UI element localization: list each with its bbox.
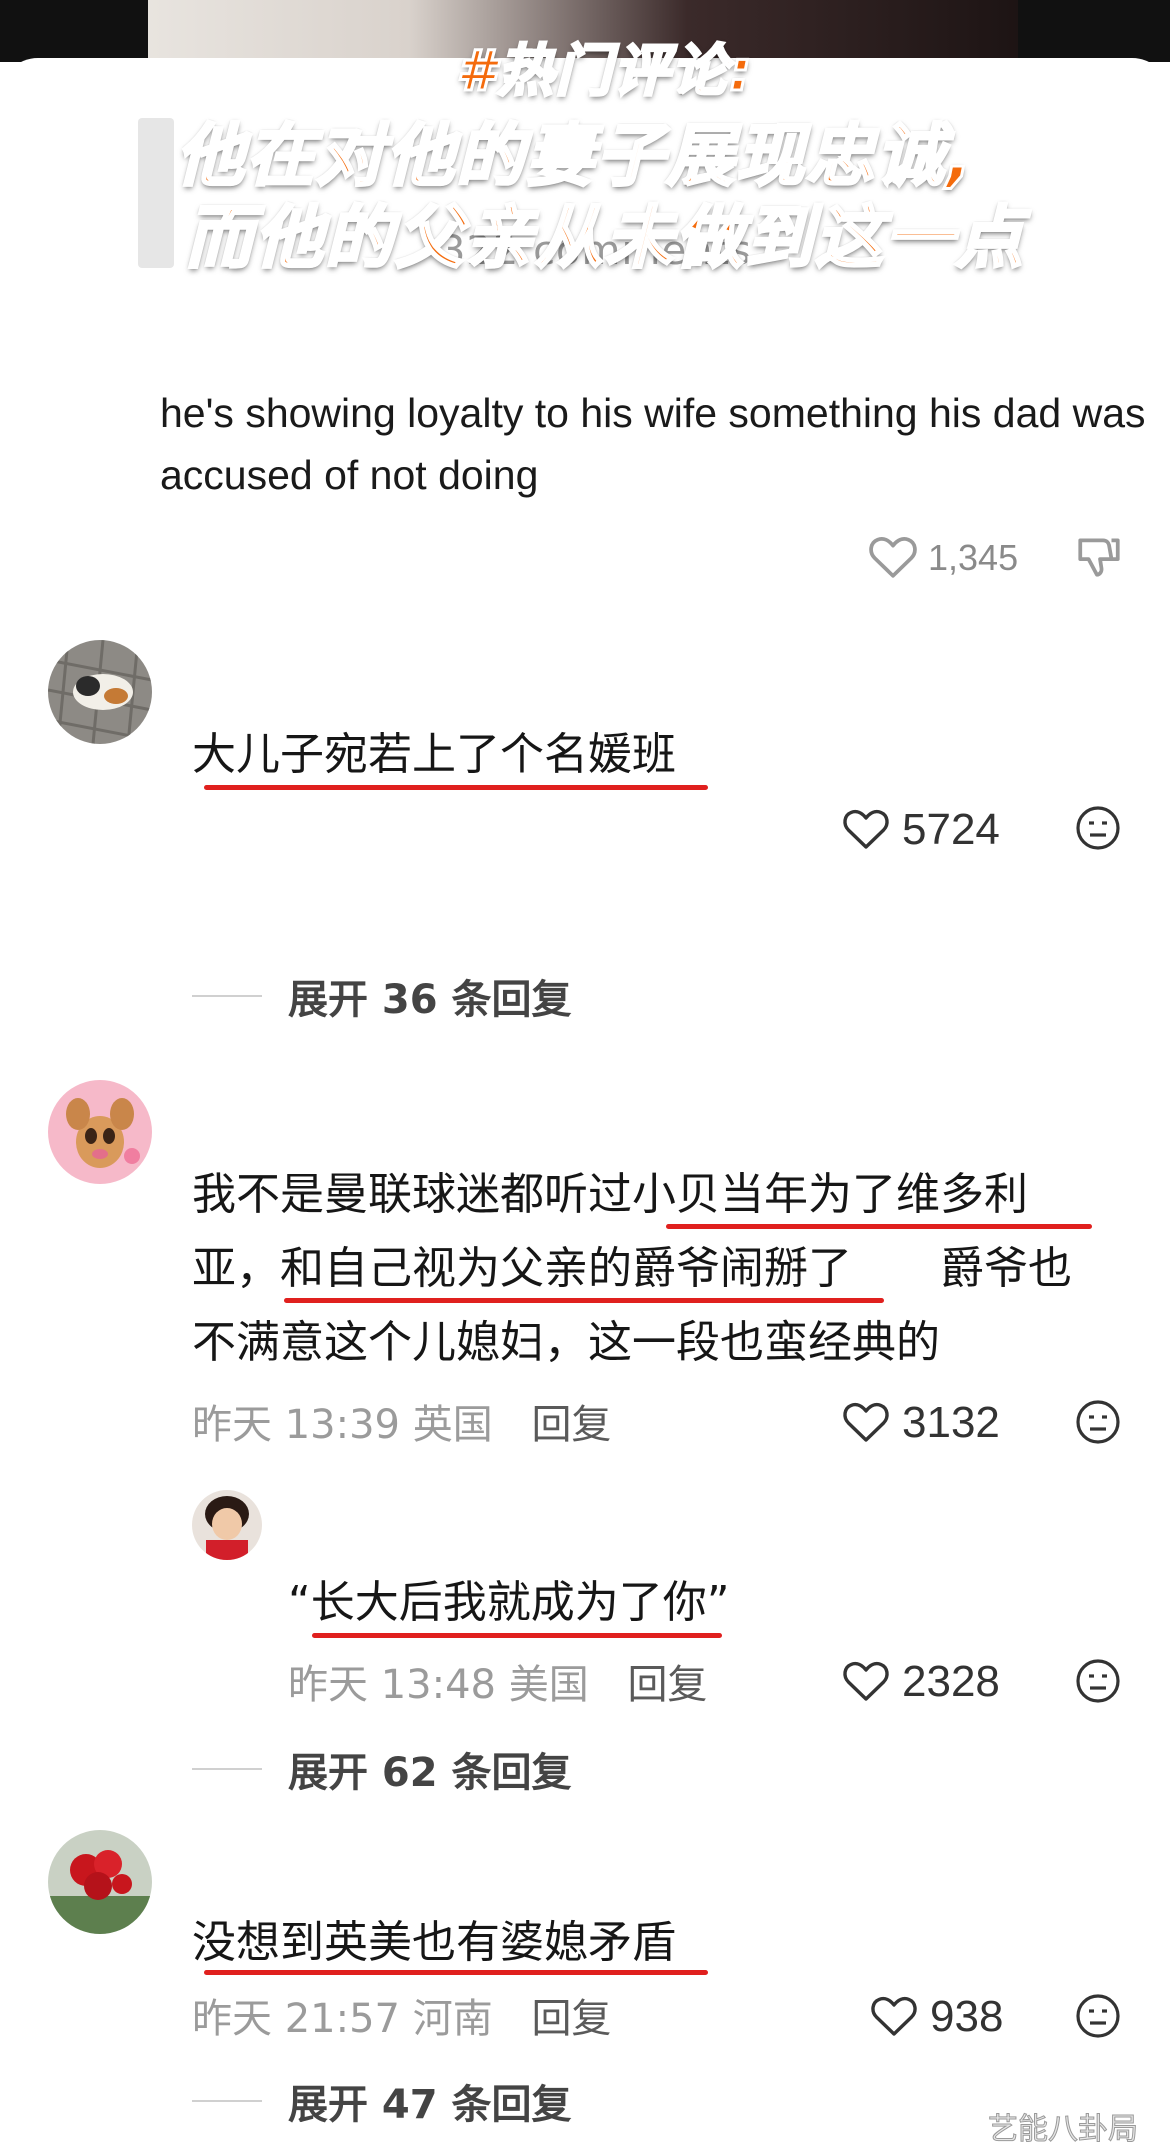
comment-text-line-2: 亚，和自己视为父亲的爵爷闹掰了 爵爷也 — [192, 1243, 1072, 1294]
highlight-underline — [666, 1224, 1092, 1229]
comment-location: 河南 — [412, 1996, 493, 2042]
flower-avatar[interactable] — [48, 1830, 152, 1934]
quoted-comment-actions: 1,345 — [868, 532, 1120, 584]
reply-button[interactable]: 回复 — [627, 1662, 707, 1708]
watermark: 艺能八卦局 — [988, 2112, 1139, 2148]
reply-meta: 昨天 13:48 美国 回复 — [288, 1652, 707, 1710]
comment-time: 昨天 13:39 — [192, 1402, 400, 1448]
highlight-underline — [284, 1298, 884, 1303]
overlay-line-2: 而他的父亲从未做到这一点 — [183, 198, 1025, 280]
divider — [192, 2100, 262, 2102]
heart-icon[interactable] — [868, 533, 918, 583]
highlight-underline — [204, 1970, 708, 1975]
comments-sheet — [0, 58, 1170, 2138]
expand-replies[interactable]: 展开 62 条回复 — [192, 1740, 572, 1798]
like-count: 938 — [930, 1992, 1004, 2041]
expand-replies-label: 展开 36 条回复 — [288, 977, 572, 1023]
comment-location: 英国 — [412, 1402, 493, 1448]
comment-meta: 昨天 21:57 河南 回复 — [192, 1986, 611, 2044]
quoted-comment-text: he's showing loyalty to his wife somethi… — [160, 390, 1146, 498]
expand-replies[interactable]: 展开 36 条回复 — [192, 967, 572, 1025]
highlight-underline — [312, 1633, 722, 1638]
heart-icon[interactable] — [870, 1993, 918, 2041]
like-count: 5724 — [902, 805, 1000, 854]
reply-time: 昨天 13:48 — [288, 1662, 496, 1708]
like-button[interactable]: 5724 — [842, 805, 1000, 855]
comment-meta: 昨天 13:39 英国 回复 — [192, 1392, 611, 1450]
heart-icon[interactable] — [842, 806, 890, 854]
like-button[interactable]: 3132 — [842, 1398, 1000, 1448]
reply-text: “长大后我就成为了你” — [288, 1577, 730, 1628]
heart-icon[interactable] — [842, 1658, 890, 1706]
expand-replies-label: 展开 47 条回复 — [288, 2082, 572, 2128]
like-button[interactable]: 2328 — [842, 1657, 1000, 1707]
divider — [192, 995, 262, 997]
dislike-face-icon[interactable] — [1074, 1398, 1122, 1450]
expand-replies[interactable]: 展开 47 条回复 — [192, 2072, 572, 2130]
comment-time: 昨天 21:57 — [192, 1996, 400, 2042]
comment-text: 大儿子宛若上了个名媛班 — [192, 729, 676, 780]
reply-button[interactable]: 回复 — [531, 1402, 611, 1448]
quoted-like-count: 1,345 — [928, 537, 1019, 578]
expand-replies-label: 展开 62 条回复 — [288, 1750, 572, 1796]
heart-icon[interactable] — [842, 1399, 890, 1447]
thumbs-down-icon[interactable] — [1074, 532, 1124, 586]
child-avatar[interactable] — [192, 1490, 262, 1560]
dislike-face-icon[interactable] — [1074, 1657, 1122, 1709]
like-count: 2328 — [902, 1657, 1000, 1706]
deer-avatar[interactable] — [48, 1080, 152, 1184]
comment-text: 没想到英美也有婆媳矛盾 — [192, 1917, 676, 1968]
reply-location: 美国 — [508, 1662, 589, 1708]
comment-text-line-3: 不满意这个儿媳妇，这一段也蛮经典的 — [192, 1317, 940, 1368]
overlay-tag: #热门评论: — [455, 38, 754, 106]
reply-button[interactable]: 回复 — [531, 1996, 611, 2042]
cat-avatar[interactable] — [48, 640, 152, 744]
divider — [192, 1768, 262, 1770]
dislike-face-icon[interactable] — [1074, 1992, 1122, 2044]
like-count: 3132 — [902, 1398, 1000, 1447]
highlight-underline — [204, 785, 708, 790]
dislike-face-icon[interactable] — [1074, 804, 1122, 856]
like-button[interactable]: 938 — [870, 1992, 1003, 2042]
comment-text-line-1: 我不是曼联球迷都听过小贝当年为了维多利 — [192, 1169, 1028, 1220]
